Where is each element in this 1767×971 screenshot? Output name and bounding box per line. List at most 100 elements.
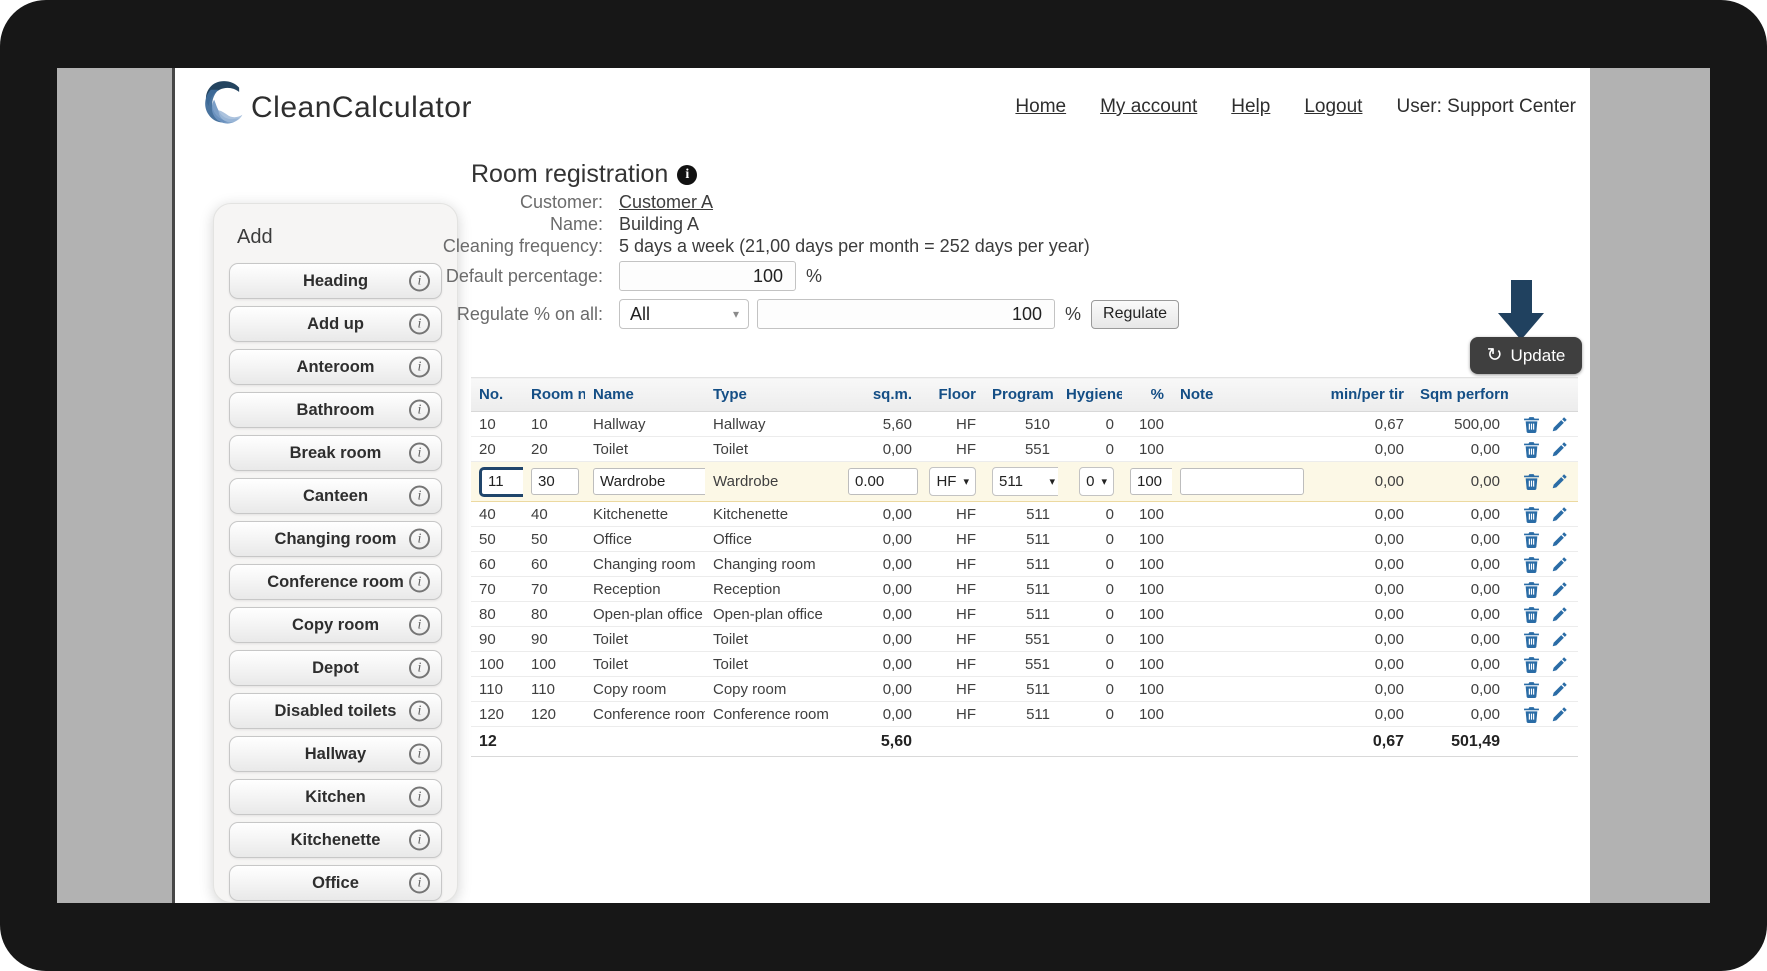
add-room-type-button[interactable]: Bathroom i — [229, 392, 442, 428]
room-row: 100 100 Toilet Toilet 0,00 HF 551 0 100 … — [471, 652, 1578, 677]
add-room-type-label: Kitchen — [305, 788, 366, 807]
annotation-arrow-down-icon — [1511, 280, 1532, 313]
col-floor: Floor — [920, 378, 984, 412]
edit-icon[interactable] — [1551, 656, 1568, 673]
edit-hygiene-select[interactable]: 0 ▾ — [1079, 467, 1114, 496]
info-icon[interactable]: i — [409, 744, 430, 765]
annotation-arrow-head-icon — [1498, 313, 1544, 340]
cleaning-frequency-value: 5 days a week (21,00 days per month = 25… — [619, 236, 1090, 257]
customer-label: Customer: — [415, 192, 603, 213]
col-percent: % — [1122, 378, 1172, 412]
info-icon[interactable]: i — [409, 615, 430, 636]
edit-icon[interactable] — [1551, 531, 1568, 548]
edit-sqm-input[interactable] — [848, 468, 918, 495]
add-room-type-button[interactable]: Break room i — [229, 435, 442, 471]
add-room-type-label: Office — [312, 874, 359, 893]
edit-floor-select[interactable]: HF ▾ — [929, 467, 976, 496]
room-row: 120 120 Conference room Conference room … — [471, 702, 1578, 727]
delete-icon[interactable] — [1523, 506, 1540, 523]
edit-icon[interactable] — [1551, 473, 1568, 490]
edit-program-value: 511 — [999, 473, 1023, 490]
add-room-type-button[interactable]: Depot i — [229, 650, 442, 686]
nav-help-link[interactable]: Help — [1231, 96, 1270, 118]
edit-icon[interactable] — [1551, 681, 1568, 698]
customer-link[interactable]: Customer A — [619, 192, 713, 212]
regulate-button[interactable]: Regulate — [1091, 300, 1179, 329]
delete-icon[interactable] — [1523, 706, 1540, 723]
editable-room-row: Wardrobe HF ▾ 511 ▾ — [471, 462, 1578, 502]
delete-icon[interactable] — [1523, 581, 1540, 598]
add-room-type-button[interactable]: Kitchen i — [229, 779, 442, 815]
info-icon[interactable]: i — [409, 658, 430, 679]
room-table: No. Room nc Name Type sq.m. Floor Progra… — [471, 377, 1578, 757]
info-icon[interactable]: i — [677, 165, 697, 185]
add-room-type-label: Anteroom — [297, 358, 375, 377]
regulate-percentage-input[interactable] — [757, 299, 1055, 329]
regulate-scope-select[interactable]: All ▾ — [619, 299, 749, 329]
delete-icon[interactable] — [1523, 441, 1540, 458]
info-icon[interactable]: i — [409, 787, 430, 808]
room-row: 70 70 Reception Reception 0,00 HF 511 0 … — [471, 577, 1578, 602]
info-icon[interactable]: i — [409, 486, 430, 507]
add-room-type-button[interactable]: Copy room i — [229, 607, 442, 643]
edit-room-no-input[interactable] — [531, 468, 579, 495]
room-row: 10 10 Hallway Hallway 5,60 HF 510 0 100 … — [471, 412, 1578, 437]
delete-icon[interactable] — [1523, 556, 1540, 573]
delete-icon[interactable] — [1523, 416, 1540, 433]
edit-program-select[interactable]: 511 ▾ — [992, 467, 1058, 496]
edit-icon[interactable] — [1551, 506, 1568, 523]
add-room-type-button[interactable]: Changing room i — [229, 521, 442, 557]
edit-sqm-perf-value: 0,00 — [1412, 462, 1508, 502]
edit-icon[interactable] — [1551, 631, 1568, 648]
edit-icon[interactable] — [1551, 581, 1568, 598]
edit-name-input[interactable] — [593, 468, 705, 495]
delete-icon[interactable] — [1523, 473, 1540, 490]
info-icon[interactable]: i — [409, 701, 430, 722]
info-icon[interactable]: i — [409, 873, 430, 894]
info-icon[interactable]: i — [409, 443, 430, 464]
edit-icon[interactable] — [1551, 556, 1568, 573]
add-room-type-button[interactable]: Hallway i — [229, 736, 442, 772]
row-actions — [1508, 577, 1578, 602]
delete-icon[interactable] — [1523, 681, 1540, 698]
room-row: 40 40 Kitchenette Kitchenette 0,00 HF 51… — [471, 502, 1578, 527]
edit-note-input[interactable] — [1180, 468, 1304, 495]
edit-no-input[interactable] — [479, 467, 523, 497]
edit-icon[interactable] — [1551, 706, 1568, 723]
add-room-type-button[interactable]: Anteroom i — [229, 349, 442, 385]
add-room-type-button[interactable]: Conference room i — [229, 564, 442, 600]
add-room-type-button[interactable]: Disabled toilets i — [229, 693, 442, 729]
nav-my-account-link[interactable]: My account — [1100, 96, 1197, 118]
default-percentage-input[interactable] — [619, 261, 796, 291]
edit-icon[interactable] — [1551, 416, 1568, 433]
edit-icon[interactable] — [1551, 606, 1568, 623]
edit-hygiene-value: 0 — [1086, 473, 1094, 490]
info-icon[interactable]: i — [409, 400, 430, 421]
total-count: 12 — [471, 727, 523, 757]
add-room-type-button[interactable]: Office i — [229, 865, 442, 901]
edit-percent-input[interactable] — [1130, 468, 1172, 495]
total-sqm-perf: 501,49 — [1412, 727, 1508, 757]
nav-logout-link[interactable]: Logout — [1304, 96, 1362, 118]
add-room-type-button[interactable]: Kitchenette i — [229, 822, 442, 858]
add-room-type-button[interactable]: Canteen i — [229, 478, 442, 514]
nav-home-link[interactable]: Home — [1015, 96, 1066, 118]
add-room-type-label: Bathroom — [297, 401, 375, 420]
page-title: Room registration — [471, 160, 668, 189]
edit-icon[interactable] — [1551, 441, 1568, 458]
add-room-type-label: Conference room — [267, 573, 404, 592]
info-icon[interactable]: i — [409, 529, 430, 550]
row-actions — [1508, 462, 1578, 502]
delete-icon[interactable] — [1523, 656, 1540, 673]
chevron-down-icon: ▾ — [1049, 475, 1055, 488]
delete-icon[interactable] — [1523, 606, 1540, 623]
row-actions — [1508, 602, 1578, 627]
update-button[interactable]: ↻ Update — [1470, 337, 1582, 374]
info-icon[interactable]: i — [409, 357, 430, 378]
info-icon[interactable]: i — [409, 572, 430, 593]
delete-icon[interactable] — [1523, 531, 1540, 548]
info-icon[interactable]: i — [409, 830, 430, 851]
col-min-per-time: min/per tir — [1312, 378, 1412, 412]
delete-icon[interactable] — [1523, 631, 1540, 648]
room-row: 60 60 Changing room Changing room 0,00 H… — [471, 552, 1578, 577]
